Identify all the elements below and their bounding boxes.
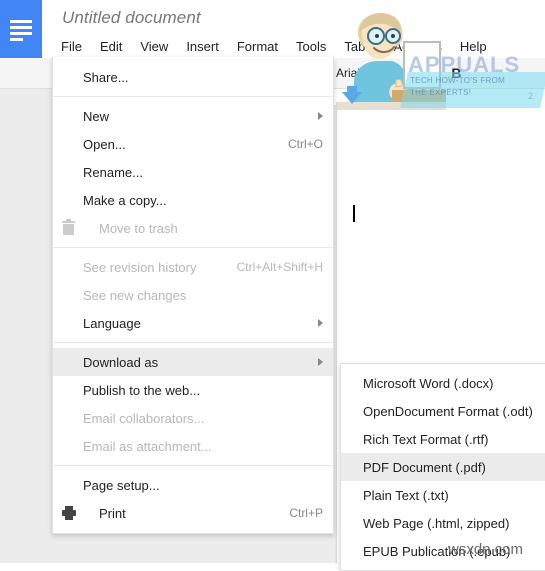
menu-row-open[interactable]: Open... Ctrl+O [53,130,333,158]
submenu-row-microsoft-word-docx[interactable]: Microsoft Word (.docx) [341,369,545,397]
submenu-row-rich-text-format-rtf[interactable]: Rich Text Format (.rtf) [341,425,545,453]
menu-row-shortcut: Ctrl+O [287,137,323,151]
menu-row-publish-to-the-web[interactable]: Publish to the web... [53,376,333,404]
horizontal-ruler[interactable]: 1 2 [330,89,545,106]
menu-row-make-a-copy[interactable]: Make a copy... [53,186,333,214]
menu-row-label: Page setup... [83,477,160,493]
submenu-arrow-icon [318,319,323,327]
menu-row-label: See revision history [83,259,197,275]
menu-item-insert[interactable]: Insert [177,36,228,58]
bold-button[interactable]: B [451,65,461,81]
printer-icon [61,505,77,521]
google-docs-logo-icon[interactable] [0,0,42,58]
menu-item-tools[interactable]: Tools [287,36,335,58]
menu-item-help[interactable]: Help [451,36,496,58]
font-size-chevron-down-icon[interactable]: ▼ [421,72,428,79]
submenu-arrow-icon [318,358,323,366]
submenu-row-plain-text-txt[interactable]: Plain Text (.txt) [341,481,545,509]
submenu-row-opendocument-format-odt[interactable]: OpenDocument Format (.odt) [341,397,545,425]
menu-row-page-setup[interactable]: Page setup... [53,471,333,499]
menu-row-label: New [83,108,110,124]
menu-row-move-to-trash: Move to trash [53,214,333,242]
logo-lines [10,20,32,44]
menu-item-add-ons[interactable]: Add-ons [384,36,450,58]
font-family-selector[interactable]: Arial [330,66,360,80]
menu-item-view[interactable]: View [131,36,177,58]
menu-item-format[interactable]: Format [228,36,287,58]
menu-row-shortcut: Ctrl+Alt+Shift+H [236,260,323,274]
menu-separator [53,465,333,466]
menu-row-share[interactable]: Share... [53,63,333,91]
menu-row-label: See new changes [83,287,187,303]
submenu-row-epub-publication-epub[interactable]: EPUB Publication (.epub) [341,537,545,565]
menu-row-label: Open... [83,136,126,152]
menu-bar: File Edit View Insert Format Tools Table Add-on… [52,36,496,58]
menu-row-label: Share... [83,69,129,85]
menu-row-label: Make a copy... [83,192,167,208]
menu-row-language[interactable]: Language [53,309,333,337]
menu-item-table[interactable]: Table [335,36,384,58]
menu-row-label: Move to trash [99,220,178,236]
menu-row-see-revision-history: See revision history Ctrl+Alt+Shift+H [53,253,333,281]
menu-separator [53,247,333,248]
menu-item-file[interactable]: File [52,36,91,58]
menu-row-email-collaborators: Email collaborators... [53,404,333,432]
menu-row-email-as-attachment: Email as attachment... [53,432,333,460]
menu-row-see-new-changes: See new changes [53,281,333,309]
document-title[interactable]: Untitled document [62,8,201,28]
menu-row-new[interactable]: New [53,102,333,130]
menu-separator [53,342,333,343]
trash-icon [61,219,77,236]
toolbar-divider [432,62,434,84]
submenu-row-web-page-html-zipped[interactable]: Web Page (.html, zipped) [341,509,545,537]
download-as-submenu: Microsoft Word (.docx) OpenDocument Forma… [340,363,545,571]
menu-row-shortcut: Ctrl+P [289,506,323,520]
menu-row-rename[interactable]: Rename... [53,158,333,186]
font-size-value[interactable]: 11 [395,66,407,80]
menu-row-label: Rename... [83,164,143,180]
submenu-row-pdf-document-pdf[interactable]: PDF Document (.pdf) [341,453,545,481]
menu-row-label: Email as attachment... [83,438,212,454]
submenu-arrow-icon [318,112,323,120]
menu-row-label: Email collaborators... [83,410,205,426]
ruler-mark-2: 2 [528,91,534,101]
font-family-chevron-down-icon[interactable]: ▼ [374,72,381,79]
menu-separator [53,96,333,97]
menu-item-edit[interactable]: Edit [91,36,131,58]
ruler-mark-1: 1 [350,91,356,101]
menu-row-label: Download as [83,354,159,370]
file-dropdown-menu: Share... New Open... Ctrl+O Rename... Make a … [52,57,334,534]
text-cursor-caret [353,205,355,222]
menu-row-download-as[interactable]: Download as [53,348,333,376]
menu-row-label: Print [99,505,126,521]
menu-row-label: Language [83,315,141,331]
google-docs-window: Untitled document File Edit View Insert Form… [0,0,545,571]
menu-row-label: Publish to the web... [83,382,201,398]
menu-row-print[interactable]: Print Ctrl+P [53,499,333,527]
